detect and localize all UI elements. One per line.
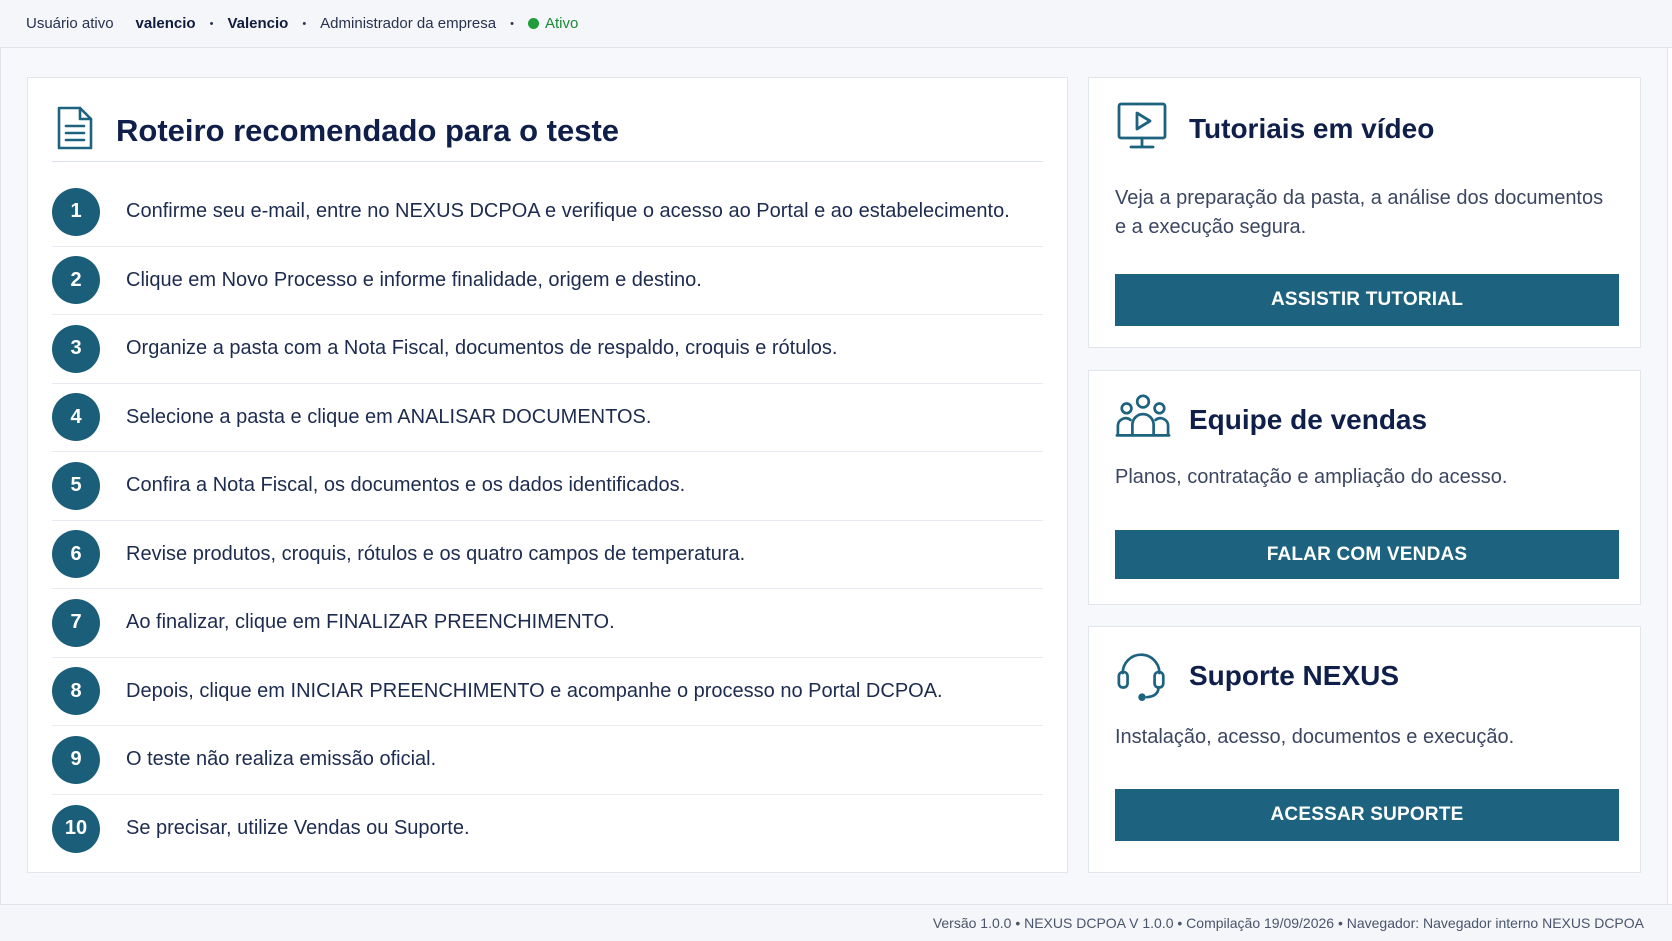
step-item: 9 O teste não realiza emissão oficial. (52, 726, 1043, 795)
guide-title: Roteiro recomendado para o teste (116, 112, 620, 148)
tutorials-title: Tutoriais em vídeo (1189, 113, 1435, 144)
guide-header: Roteiro recomendado para o teste (52, 100, 1043, 162)
support-header: Suporte NEXUS (1115, 649, 1399, 703)
tutorials-description: Veja a preparação da pasta, a análise do… (1115, 187, 1604, 238)
step-item: 2 Clique em Novo Processo e informe final… (52, 247, 1043, 315)
sales-description: Planos, contratação e ampliação do acess… (1115, 466, 1508, 488)
step-text: Revise produtos, croquis, rótulos e os q… (126, 542, 746, 565)
sales-title: Equipe de vendas (1189, 404, 1428, 435)
step-number-badge: 4 (52, 393, 100, 442)
step-number-badge: 5 (52, 461, 100, 510)
document-icon (52, 105, 96, 156)
separator: • (302, 17, 307, 30)
step-text: Confirme seu e-mail, entre no NEXUS DCPO… (126, 200, 1010, 223)
step-number-badge: 8 (52, 667, 100, 716)
step-item: 3 Organize a pasta com a Nota Fiscal, doc… (52, 315, 1043, 384)
user-role: Administrador da empresa (320, 15, 497, 32)
user-display-name: Valencio (227, 15, 289, 32)
step-text: Confira a Nota Fiscal, os documentos e o… (126, 474, 686, 497)
step-item: 1 Confirme seu e-mail, entre no NEXUS DCP… (52, 178, 1043, 247)
team-icon (1115, 391, 1171, 450)
step-number-badge: 6 (52, 530, 100, 579)
step-number-badge: 9 (52, 735, 100, 784)
version-info: Versão 1.0.0 • NEXUS DCPOA V 1.0.0 • Com… (932, 915, 1644, 931)
active-user-label: Usuário ativo (26, 15, 114, 32)
separator: • (209, 17, 214, 30)
watch-tutorial-button[interactable]: ASSISTIR TUTORIAL (1115, 274, 1619, 326)
step-item: 5 Confira a Nota Fiscal, os documentos e … (52, 452, 1043, 521)
step-item: 10 Se precisar, utilize Vendas ou Suporte… (52, 795, 1043, 864)
support-description: Instalação, acesso, documentos e execuçã… (1115, 726, 1515, 748)
step-item: 6 Revise produtos, croquis, rótulos e os … (52, 521, 1043, 589)
top-status-bar: Usuário ativo valencio • Valencio • Admi… (0, 0, 1672, 48)
status-badge: Ativo (544, 15, 579, 32)
sales-card: Equipe de vendas Planos, contratação e a… (1088, 370, 1641, 605)
access-support-button[interactable]: ACESSAR SUPORTE (1115, 789, 1619, 841)
step-text: O teste não realiza emissão oficial. (126, 748, 437, 771)
contact-sales-button[interactable]: FALAR COM VENDAS (1115, 530, 1619, 579)
step-number-badge: 10 (52, 804, 100, 853)
status-dot-icon (527, 18, 539, 29)
video-monitor-icon (1115, 100, 1171, 159)
step-number-badge: 1 (52, 187, 100, 236)
step-item: 8 Depois, clique em INICIAR PREENCHIMENTO… (52, 658, 1043, 726)
support-title: Suporte NEXUS (1189, 660, 1400, 691)
step-number-badge: 2 (52, 256, 100, 305)
tutorials-header: Tutoriais em vídeo (1115, 102, 1434, 156)
step-text: Depois, clique em INICIAR PREENCHIMENTO … (126, 679, 943, 702)
step-text: Selecione a pasta e clique em ANALISAR D… (126, 405, 652, 428)
version-footer: Versão 1.0.0 • NEXUS DCPOA V 1.0.0 • Com… (0, 904, 1672, 941)
support-card: Suporte NEXUS Instalação, acesso, docume… (1088, 626, 1641, 873)
sales-header: Equipe de vendas (1115, 393, 1427, 447)
recommended-guide-card: Roteiro recomendado para o teste 1 Confir… (27, 77, 1068, 873)
step-item: 4 Selecione a pasta e clique em ANALISAR … (52, 384, 1043, 452)
step-number-badge: 3 (52, 324, 100, 373)
step-text: Ao finalizar, clique em FINALIZAR PREENC… (126, 611, 615, 634)
step-number-badge: 7 (52, 598, 100, 647)
step-text: Organize a pasta com a Nota Fiscal, docu… (126, 337, 838, 360)
step-text: Clique em Novo Processo e informe finali… (126, 268, 702, 291)
separator: • (510, 17, 514, 30)
step-item: 7 Ao finalizar, clique em FINALIZAR PREEN… (52, 589, 1043, 658)
username: valencio (135, 15, 196, 32)
step-text: Se precisar, utilize Vendas ou Suporte. (126, 817, 470, 840)
steps-list: 1 Confirme seu e-mail, entre no NEXUS DCP… (52, 178, 1043, 863)
tutorials-card: Tutoriais em vídeo Veja a preparação da … (1088, 77, 1641, 348)
headset-icon (1115, 647, 1171, 706)
